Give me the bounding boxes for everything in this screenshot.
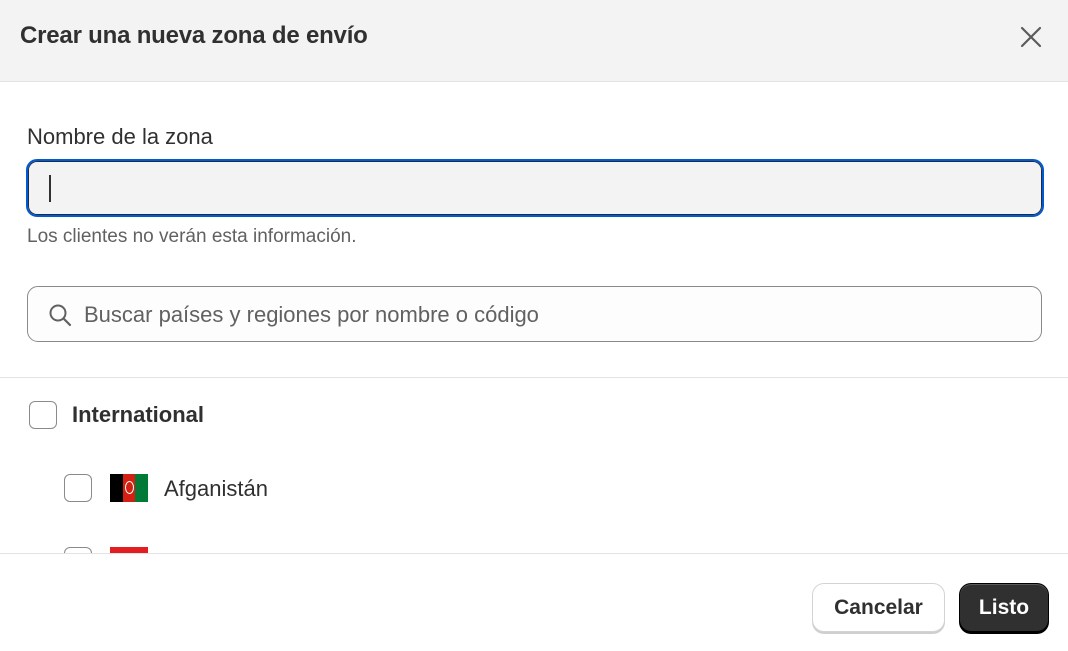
dialog-header: Crear una nueva zona de envío <box>0 0 1068 82</box>
shipping-zone-dialog: Crear una nueva zona de envío Nombre de … <box>0 0 1068 651</box>
zone-name-input[interactable] <box>26 159 1044 217</box>
search-placeholder: Buscar países y regiones por nombre o có… <box>84 302 539 327</box>
done-button[interactable]: Listo <box>959 583 1049 632</box>
cancel-button[interactable]: Cancelar <box>812 583 945 632</box>
country-search-input[interactable]: Buscar países y regiones por nombre o có… <box>27 286 1042 342</box>
group-label-international: International <box>72 402 205 427</box>
country-label-afganistan: Afganistán <box>164 476 268 501</box>
search-icon <box>49 304 72 327</box>
afghanistan-flag-icon <box>110 474 148 502</box>
text-caret <box>49 175 51 202</box>
dialog-footer: Cancelar Listo <box>0 553 1068 651</box>
close-icon <box>1020 26 1042 48</box>
dialog-title: Crear una nueva zona de envío <box>20 22 368 49</box>
zone-name-label: Nombre de la zona <box>27 124 213 149</box>
group-checkbox-international[interactable] <box>29 401 57 429</box>
region-list[interactable]: International Afganistán <box>0 378 1068 553</box>
country-checkbox-afganistan[interactable] <box>64 474 92 502</box>
close-button[interactable] <box>1014 20 1048 54</box>
zone-name-help-text: Los clientes no verán esta información. <box>27 226 357 247</box>
